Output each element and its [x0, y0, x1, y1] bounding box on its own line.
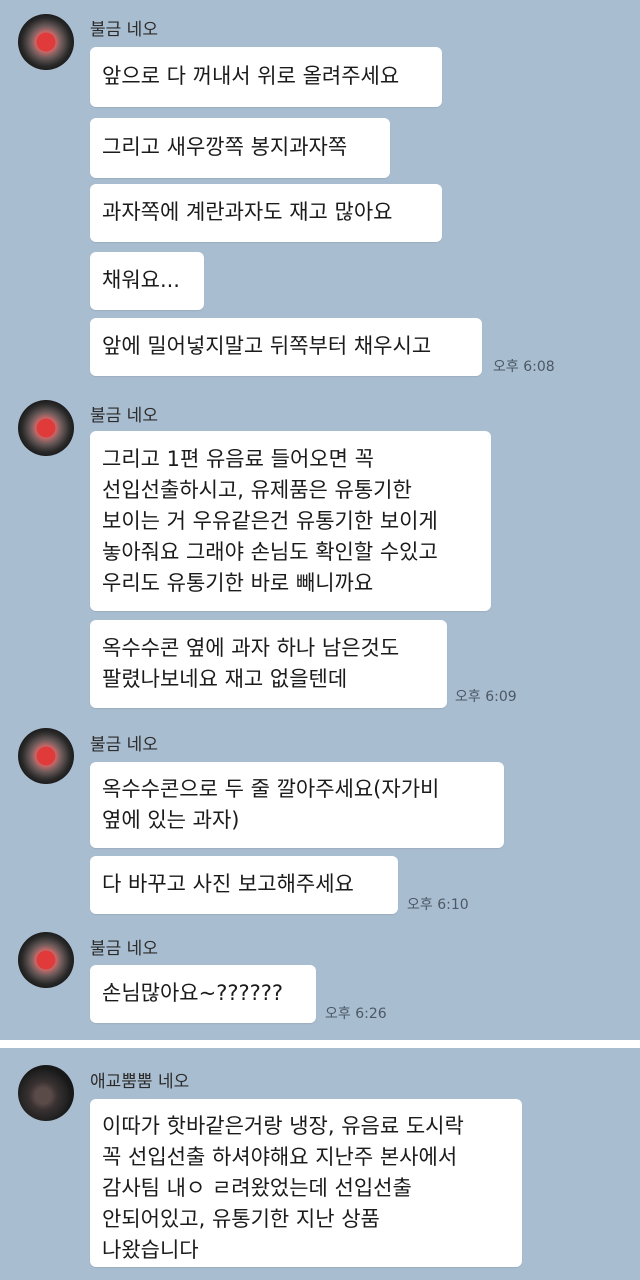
message-bubble[interactable]: 옥수수콘으로 두 줄 깔아주세요(자가비 옆에 있는 과자) — [90, 762, 504, 848]
chat-screenshot-top: 불금 네오 앞으로 다 꺼내서 위로 올려주세요 그리고 새우깡쪽 봉지과자쪽 … — [0, 0, 640, 1040]
message-time: 오후 6:26 — [325, 1006, 387, 1022]
chat-screenshot-bottom: 애교뿜뿜 네오 이따가 핫바같은거랑 냉장, 유음료 도시락 꼭 선입선출 하셔… — [0, 1048, 640, 1280]
message-bubble[interactable]: 옥수수콘 옆에 과자 하나 남은것도 팔렸나보네요 재고 없을텐데 — [90, 620, 447, 708]
message-bubble[interactable]: 이따가 핫바같은거랑 냉장, 유음료 도시락 꼭 선입선출 하셔야해요 지난주 … — [90, 1099, 522, 1267]
sender-name: 불금 네오 — [90, 406, 158, 426]
message-bubble[interactable]: 손님많아요~?????? — [90, 965, 316, 1023]
message-time: 오후 6:10 — [407, 897, 469, 913]
message-bubble[interactable]: 다 바꾸고 사진 보고해주세요 — [90, 856, 398, 914]
sender-name: 애교뿜뿜 네오 — [90, 1072, 190, 1092]
message-bubble[interactable]: 앞에 밀어넣지말고 뒤쪽부터 채우시고 — [90, 318, 482, 376]
message-bubble[interactable]: 그리고 새우깡쪽 봉지과자쪽 — [90, 118, 390, 178]
sender-name: 불금 네오 — [90, 20, 158, 40]
avatar[interactable] — [18, 14, 74, 70]
avatar[interactable] — [18, 1065, 74, 1121]
message-bubble[interactable]: 앞으로 다 꺼내서 위로 올려주세요 — [90, 47, 442, 107]
avatar[interactable] — [18, 400, 74, 456]
sender-name: 불금 네오 — [90, 735, 158, 755]
sender-name: 불금 네오 — [90, 939, 158, 959]
message-bubble[interactable]: 채워요... — [90, 252, 204, 310]
message-time: 오후 6:09 — [455, 689, 517, 705]
avatar[interactable] — [18, 728, 74, 784]
avatar[interactable] — [18, 932, 74, 988]
message-bubble[interactable]: 그리고 1편 유음료 들어오면 꼭 선입선출하시고, 유제품은 유통기한 보이는… — [90, 431, 491, 611]
message-time: 오후 6:08 — [493, 359, 555, 375]
message-bubble[interactable]: 과자쪽에 계란과자도 재고 많아요 — [90, 184, 442, 242]
